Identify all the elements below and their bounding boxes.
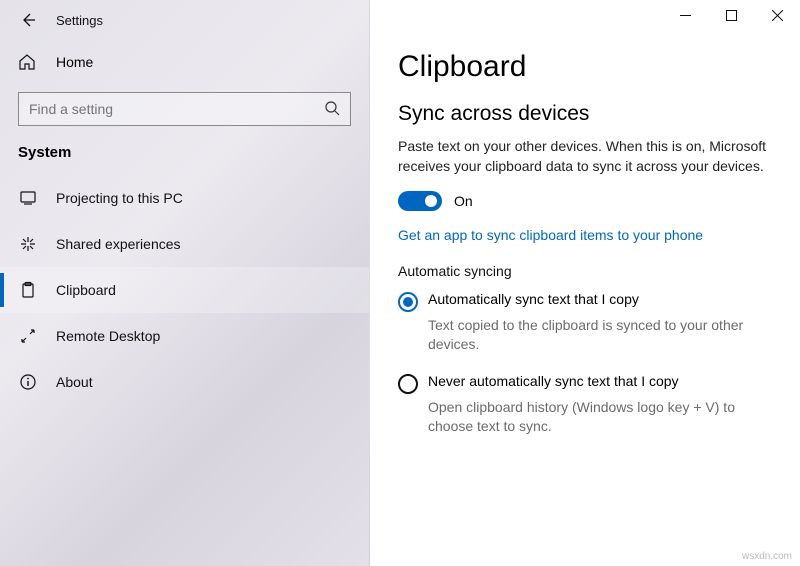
titlebar: Settings <box>0 0 369 40</box>
sidebar-home[interactable]: Home <box>0 40 369 84</box>
back-arrow-icon <box>20 12 36 28</box>
close-button[interactable] <box>754 0 800 30</box>
sync-toggle-row: On <box>398 191 772 211</box>
radio-description: Open clipboard history (Windows logo key… <box>428 398 772 437</box>
remote-desktop-icon <box>18 327 38 345</box>
sidebar-item-shared-experiences[interactable]: Shared experiences <box>0 221 369 267</box>
sidebar-item-projecting[interactable]: Projecting to this PC <box>0 175 369 221</box>
clipboard-icon <box>18 281 38 299</box>
content-inner: Clipboard Sync across devices Paste text… <box>370 0 800 465</box>
section-description: Paste text on your other devices. When t… <box>398 136 772 177</box>
maximize-icon <box>726 10 737 21</box>
sidebar-item-about[interactable]: About <box>0 359 369 405</box>
sync-toggle-label: On <box>454 193 473 209</box>
toggle-knob <box>425 195 437 207</box>
window-title: Settings <box>56 13 103 28</box>
sidebar-item-label: About <box>56 374 93 390</box>
projecting-icon <box>18 189 38 207</box>
search-icon <box>324 100 340 119</box>
automatic-syncing-heading: Automatic syncing <box>398 263 772 279</box>
sidebar-item-remote-desktop[interactable]: Remote Desktop <box>0 313 369 359</box>
back-button[interactable] <box>12 4 44 36</box>
radio-label: Automatically sync text that I copy <box>428 291 639 307</box>
shared-experiences-icon <box>18 235 38 253</box>
sidebar: Settings Home System Projecting to this … <box>0 0 370 566</box>
sidebar-category: System <box>0 140 369 175</box>
minimize-button[interactable] <box>662 0 708 30</box>
radio-button[interactable] <box>398 292 418 312</box>
about-icon <box>18 373 38 391</box>
sidebar-item-label: Projecting to this PC <box>56 190 183 206</box>
sidebar-item-label: Remote Desktop <box>56 328 160 344</box>
sidebar-item-label: Shared experiences <box>56 236 181 252</box>
close-icon <box>772 10 783 21</box>
watermark: wsxdn.com <box>742 551 792 562</box>
page-title: Clipboard <box>398 50 772 84</box>
section-heading: Sync across devices <box>398 102 772 126</box>
sidebar-item-clipboard[interactable]: Clipboard <box>0 267 369 313</box>
radio-label: Never automatically sync text that I cop… <box>428 373 679 389</box>
radio-never-sync[interactable]: Never automatically sync text that I cop… <box>398 373 772 394</box>
radio-auto-sync[interactable]: Automatically sync text that I copy <box>398 291 772 312</box>
settings-window: Settings Home System Projecting to this … <box>0 0 800 566</box>
minimize-icon <box>680 10 691 21</box>
window-controls <box>662 0 800 30</box>
radio-button[interactable] <box>398 374 418 394</box>
home-icon <box>18 53 38 71</box>
search-wrap <box>0 84 369 140</box>
sidebar-home-label: Home <box>56 54 93 70</box>
search-input-container[interactable] <box>18 92 351 126</box>
search-input[interactable] <box>29 101 324 117</box>
sync-toggle[interactable] <box>398 191 442 211</box>
maximize-button[interactable] <box>708 0 754 30</box>
content: Clipboard Sync across devices Paste text… <box>370 0 800 566</box>
sidebar-item-label: Clipboard <box>56 282 116 298</box>
get-app-link[interactable]: Get an app to sync clipboard items to yo… <box>398 227 703 243</box>
radio-description: Text copied to the clipboard is synced t… <box>428 316 772 355</box>
